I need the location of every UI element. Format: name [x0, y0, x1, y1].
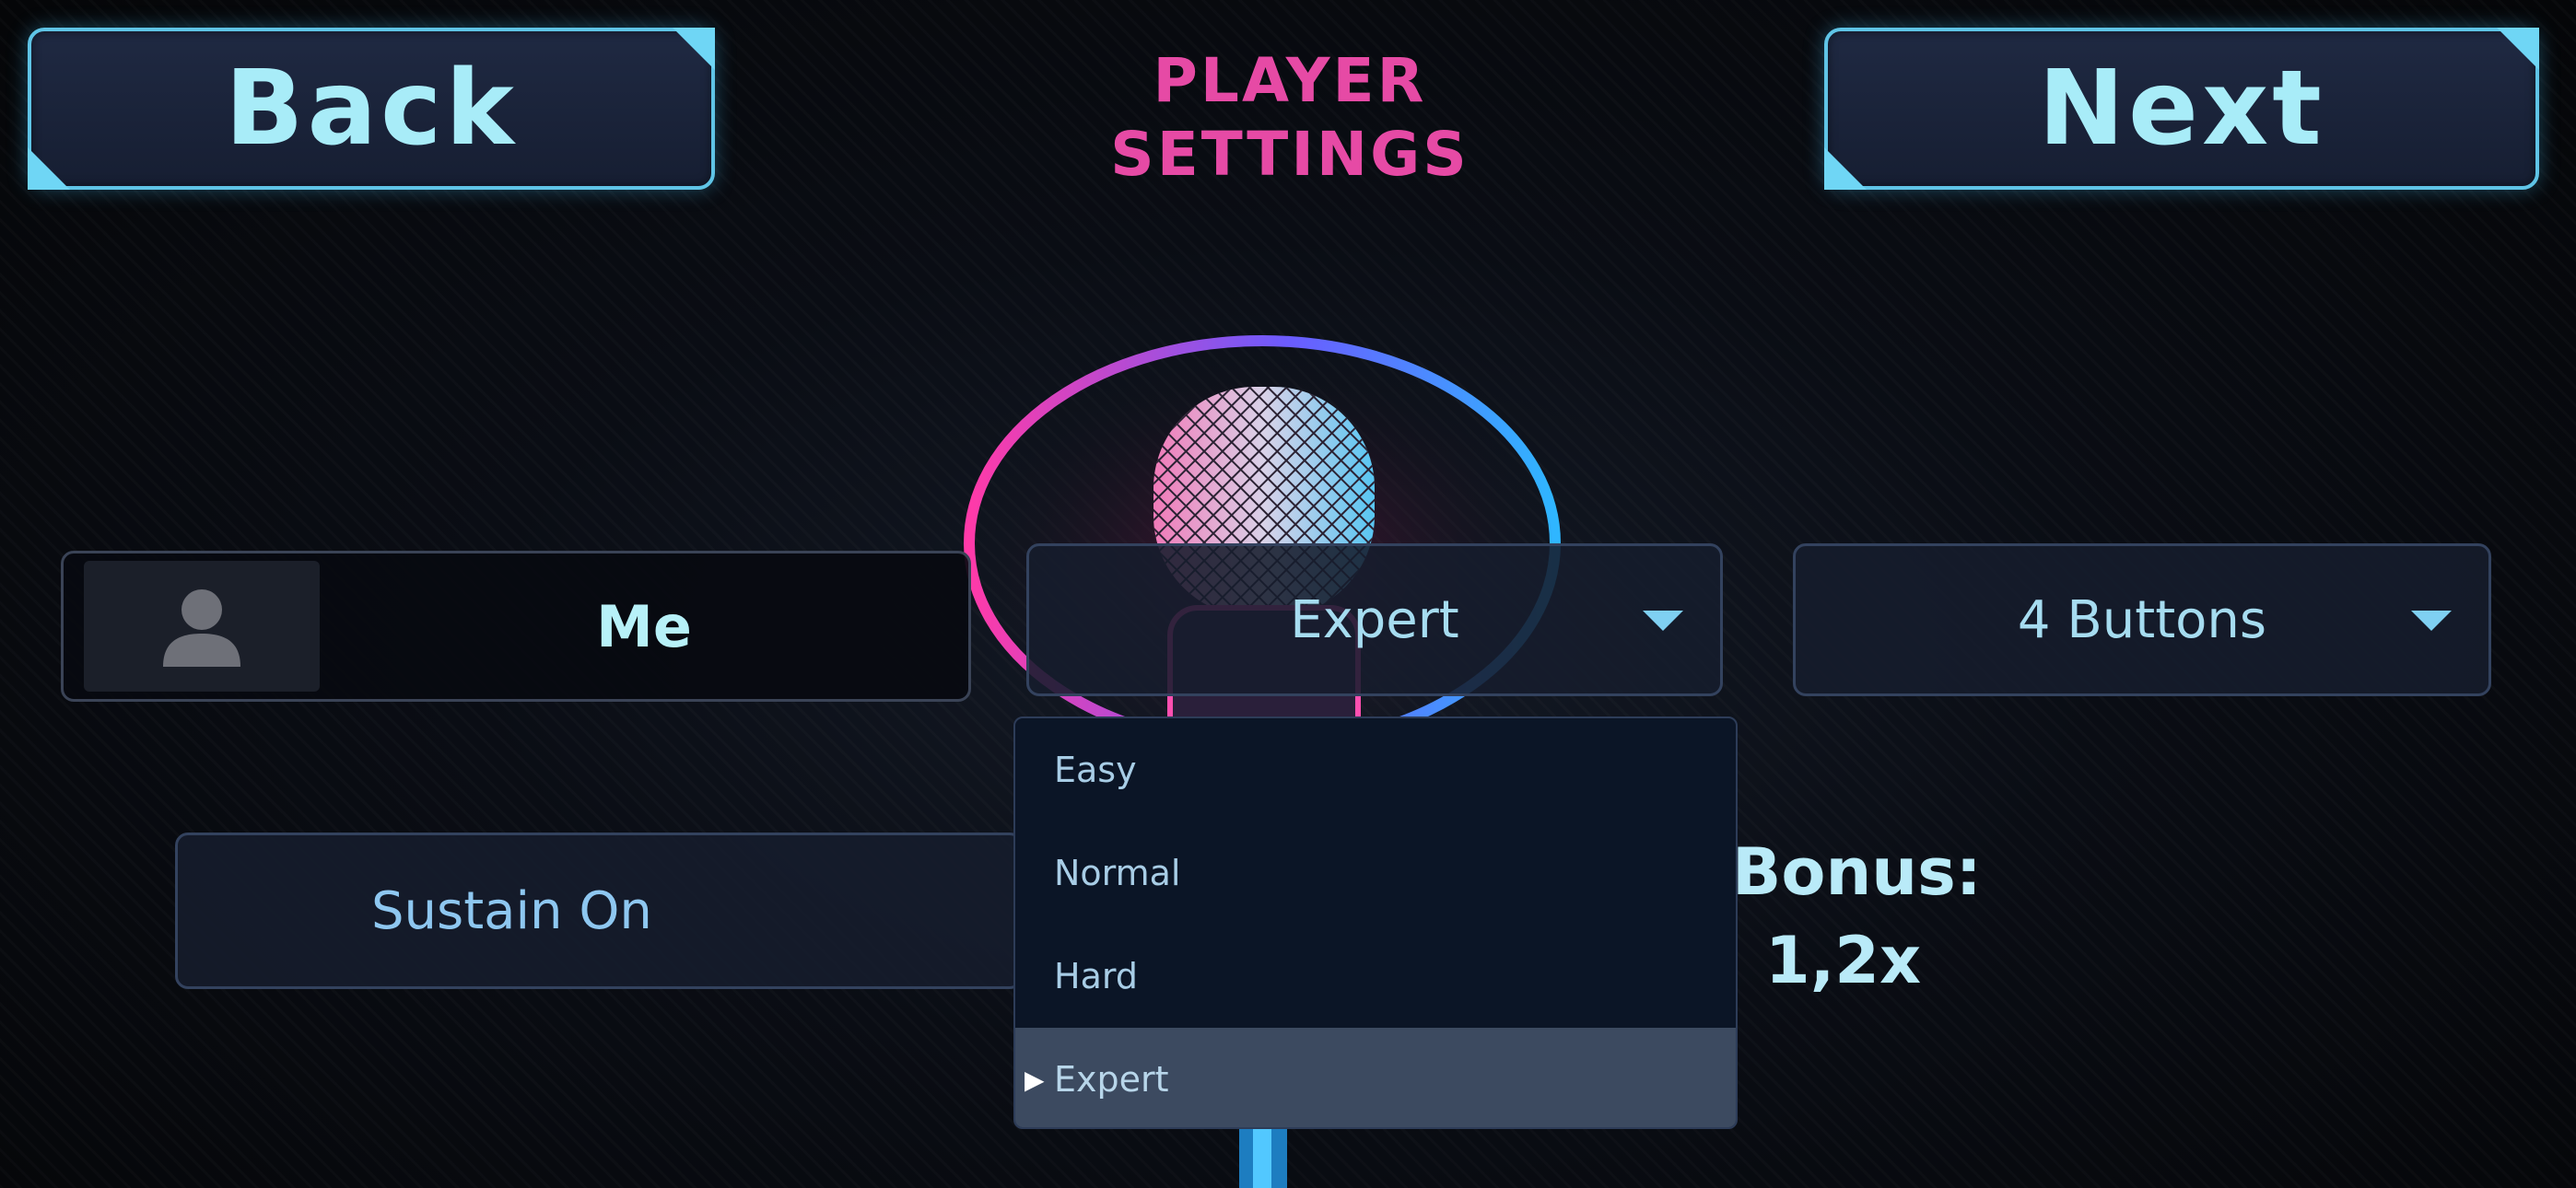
difficulty-option-label: Easy — [1054, 750, 1137, 790]
difficulty-dropdown[interactable]: Expert — [1026, 543, 1723, 696]
difficulty-option-label: Hard — [1054, 956, 1138, 996]
difficulty-option-normal[interactable]: Normal — [1015, 821, 1736, 925]
next-button[interactable]: Next — [1824, 28, 2539, 190]
next-button-corner-accent — [1824, 147, 1867, 190]
difficulty-option-label: Expert — [1054, 1059, 1169, 1100]
page-title-line1: PLAYER — [1153, 45, 1427, 116]
player-settings-screen: Back PLAYER SETTINGS Next Me Expert 4 Bu… — [0, 0, 2576, 1188]
user-silhouette-icon — [163, 589, 240, 667]
difficulty-selected-value: Expert — [1290, 589, 1459, 650]
difficulty-option-hard[interactable]: Hard — [1015, 925, 1736, 1028]
page-title-line2: SETTINGS — [1110, 119, 1469, 190]
avatar — [84, 561, 320, 692]
selected-marker-icon: ▶ — [1025, 1064, 1045, 1095]
bonus-value: 1,2x — [1765, 923, 1922, 998]
next-button-label: Next — [2038, 49, 2325, 169]
buttons-mode-selected-value: 4 Buttons — [2017, 589, 2267, 650]
player-name-field[interactable]: Me — [61, 551, 971, 702]
difficulty-options-list: Easy Normal Hard ▶ Expert — [1013, 716, 1738, 1129]
back-button-corner-accent — [28, 147, 70, 190]
buttons-mode-dropdown[interactable]: 4 Buttons — [1793, 543, 2491, 696]
chevron-down-icon — [1643, 611, 1683, 631]
back-button-corner-accent-top — [673, 28, 715, 70]
difficulty-option-expert[interactable]: ▶ Expert — [1015, 1028, 1736, 1127]
chevron-down-icon — [2411, 611, 2452, 631]
player-name-value: Me — [596, 592, 692, 660]
next-button-corner-accent-top — [2497, 28, 2539, 70]
difficulty-option-label: Normal — [1054, 853, 1181, 893]
sustain-label: Sustain On — [371, 880, 652, 941]
back-button-label: Back — [225, 49, 518, 169]
sustain-toggle-button[interactable]: Sustain On — [175, 833, 1023, 989]
bonus-label: Bonus: — [1732, 834, 1982, 910]
back-button[interactable]: Back — [28, 28, 715, 190]
difficulty-option-easy[interactable]: Easy — [1015, 718, 1736, 821]
page-title: PLAYER SETTINGS — [1013, 44, 1566, 192]
